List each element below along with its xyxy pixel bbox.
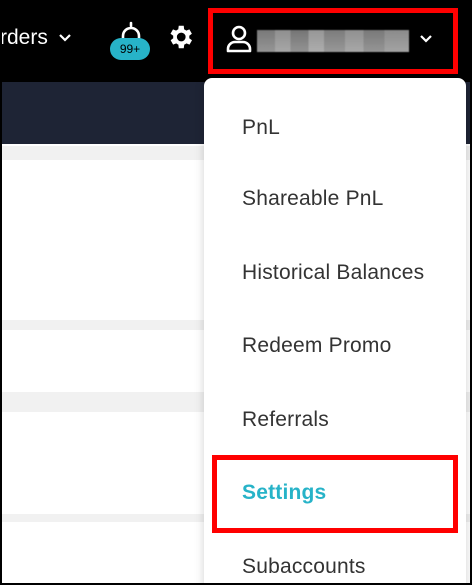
account-menu-button[interactable] bbox=[208, 8, 458, 74]
account-dropdown-menu: PnL Shareable PnL Historical Balances Re… bbox=[204, 78, 466, 585]
menu-item-label: Subaccounts bbox=[242, 555, 366, 578]
menu-item-settings[interactable]: Settings bbox=[204, 463, 466, 523]
menu-item-referrals[interactable]: Referrals bbox=[204, 390, 466, 450]
menu-item-redeem-promo[interactable]: Redeem Promo bbox=[204, 316, 466, 376]
orders-label: rders bbox=[0, 26, 48, 49]
menu-item-shareable-pnl[interactable]: Shareable PnL bbox=[204, 169, 466, 229]
menu-item-label: Settings bbox=[242, 481, 327, 504]
menu-item-subaccounts[interactable]: Subaccounts bbox=[204, 537, 466, 585]
menu-item-historical-balances[interactable]: Historical Balances bbox=[204, 243, 466, 303]
menu-item-pnl[interactable]: PnL bbox=[204, 98, 466, 158]
account-username-blurred bbox=[257, 30, 409, 52]
menu-item-label: Historical Balances bbox=[242, 261, 425, 284]
menu-item-label: PnL bbox=[242, 116, 280, 139]
menu-item-label: Shareable PnL bbox=[242, 187, 384, 210]
orders-menu[interactable]: rders bbox=[0, 20, 72, 56]
menu-item-label: Referrals bbox=[242, 408, 329, 431]
chevron-down-icon bbox=[59, 34, 71, 42]
chevron-down-icon bbox=[420, 35, 432, 43]
menu-item-label: Redeem Promo bbox=[242, 334, 392, 357]
gear-icon bbox=[170, 25, 192, 49]
user-icon bbox=[226, 25, 252, 53]
top-navigation-bar: rders 99+ bbox=[0, 0, 472, 82]
notifications-button[interactable]: 99+ bbox=[110, 20, 152, 62]
notification-count-badge: 99+ bbox=[110, 38, 150, 60]
settings-gear-button[interactable] bbox=[165, 22, 195, 52]
